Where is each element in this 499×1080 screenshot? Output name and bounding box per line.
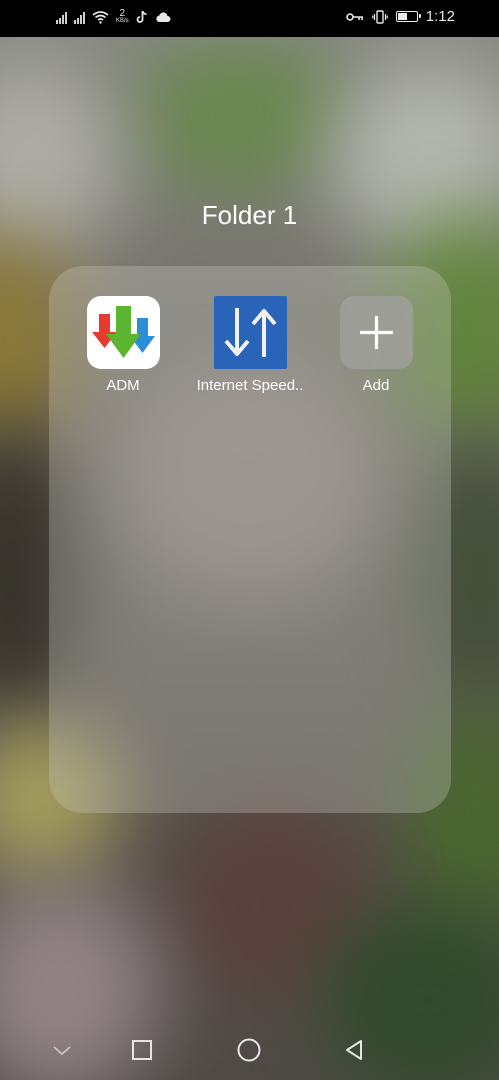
battery-icon	[395, 11, 421, 22]
app-label-adm: ADM	[106, 377, 140, 394]
network-speed-indicator: 2 KB/s	[116, 9, 129, 25]
cloud-icon	[156, 12, 171, 22]
vpn-key-icon	[345, 12, 363, 21]
app-internet-speed[interactable]: Internet Speed..	[185, 296, 315, 394]
app-label-add: Add	[362, 377, 390, 394]
add-app-button[interactable]: Add	[311, 296, 441, 394]
tiktok-icon	[136, 10, 147, 23]
signal-strength-icon-2	[74, 11, 85, 24]
hide-nav-button[interactable]	[44, 1032, 80, 1068]
home-circle-icon	[237, 1038, 261, 1062]
back-triangle-icon	[346, 1040, 362, 1060]
battery-level-fill	[397, 13, 407, 20]
adm-download-arrows-icon[interactable]	[86, 296, 160, 369]
network-speed-unit: KB/s	[116, 18, 129, 24]
network-speed-value: 2	[119, 8, 126, 19]
plus-icon[interactable]	[339, 296, 413, 369]
status-bar-left: 2 KB/s	[56, 9, 171, 25]
home-button[interactable]	[231, 1032, 267, 1068]
status-bar: 2 KB/s 1:12	[0, 0, 499, 37]
folder-title[interactable]: Folder 1	[0, 200, 499, 231]
app-adm[interactable]: ADM	[58, 296, 188, 394]
signal-strength-icon	[56, 11, 67, 24]
chevron-down-icon	[53, 1046, 71, 1056]
up-down-arrows-icon[interactable]	[213, 296, 287, 369]
recents-square-icon	[132, 1040, 152, 1060]
status-clock: 1:12	[425, 8, 455, 25]
vibrate-icon	[371, 9, 388, 24]
status-bar-right: 1:12	[345, 8, 455, 25]
back-button[interactable]	[336, 1032, 372, 1068]
navigation-bar	[0, 1020, 499, 1080]
recents-button[interactable]	[124, 1032, 160, 1068]
app-label-internet-speed: Internet Speed..	[196, 377, 304, 394]
wifi-icon	[92, 11, 109, 24]
